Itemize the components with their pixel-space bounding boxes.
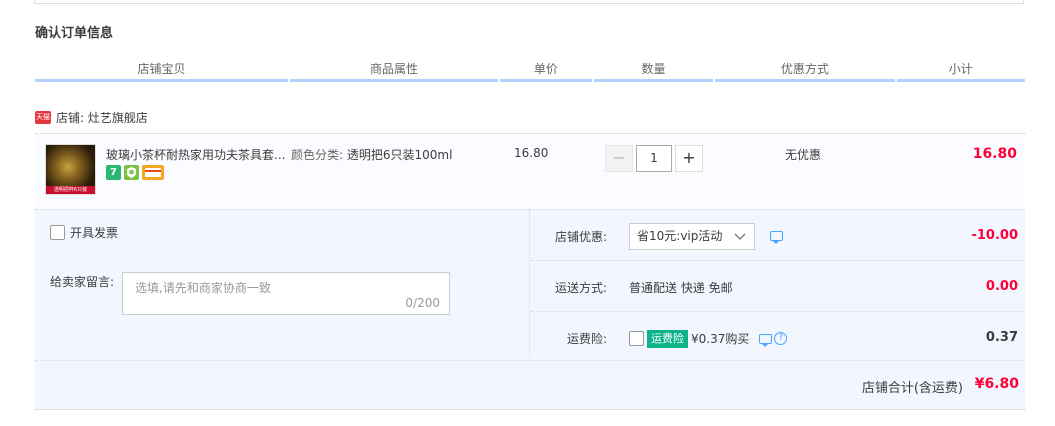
- discount-label: 店铺优惠:: [554, 230, 607, 244]
- quantity-stepper: − 1 +: [605, 145, 703, 172]
- shipping-label: 运送方式:: [554, 281, 607, 295]
- shield-icon[interactable]: [124, 165, 139, 180]
- insurance-label: 运费险:: [566, 332, 607, 346]
- product-image[interactable]: 透明把杯6只装: [45, 144, 96, 195]
- product-title[interactable]: 玻璃小茶杯耐热家用功夫茶具套...: [106, 146, 286, 163]
- shop-total-label: 店铺合计(含运费): [861, 381, 963, 396]
- col-attributes: 商品属性: [289, 58, 499, 82]
- order-options-panel: 开具发票 给卖家留言: 选填,请先和商家协商一致 0/200 店铺优惠: 省10…: [35, 210, 1025, 410]
- discount-value: -10.00: [971, 228, 1018, 243]
- chat-icon[interactable]: [770, 231, 783, 244]
- attr-label: 颜色分类:: [291, 148, 344, 162]
- invoice-checkbox[interactable]: [50, 225, 65, 240]
- col-subtotal: 小计: [896, 58, 1025, 82]
- previous-section-box: [34, 0, 1024, 4]
- shop-summary: 店铺优惠: 省10元:vip活动 -10.00 运送方式: 普通配送 快递 免邮…: [531, 210, 1025, 358]
- help-icon[interactable]: ?: [774, 332, 788, 345]
- discount-selected: 省10元:vip活动: [637, 229, 723, 243]
- chevron-down-icon: [734, 224, 746, 258]
- chat-icon[interactable]: [759, 333, 773, 347]
- card-icon[interactable]: [142, 165, 164, 180]
- discount-row: 店铺优惠: 省10元:vip活动 -10.00: [531, 210, 1025, 261]
- decrease-quantity-button[interactable]: −: [605, 145, 633, 172]
- seven-day-return-icon[interactable]: 7: [106, 165, 121, 180]
- invoice-option[interactable]: 开具发票: [50, 224, 118, 241]
- insurance-option: 运费险 ¥0.37购买 ?: [629, 329, 788, 348]
- shipping-row: 运送方式: 普通配送 快递 免邮 0.00: [531, 261, 1025, 312]
- column-header: 店铺宝贝 商品属性 单价 数量 优惠方式 小计: [35, 58, 1025, 82]
- memo-placeholder: 选填,请先和商家协商一致: [135, 281, 271, 295]
- order-item-row: 透明把杯6只装 玻璃小茶杯耐热家用功夫茶具套... 7 颜色分类: 透明把6只装…: [35, 133, 1025, 210]
- shop-total-value: ¥6.80: [974, 376, 1019, 392]
- buyer-options: 开具发票 给卖家留言: 选填,请先和商家协商一致 0/200: [35, 210, 530, 358]
- insurance-row: 运费险: 运费险 ¥0.37购买 ? 0.37: [531, 312, 1025, 363]
- increase-quantity-button[interactable]: +: [675, 145, 703, 172]
- unit-price: 16.80: [514, 146, 549, 160]
- shop-total-row: 店铺合计(含运费) ¥6.80: [35, 360, 1025, 408]
- shipping-method: 普通配送 快递 免邮: [629, 281, 733, 295]
- memo-textarea[interactable]: 选填,请先和商家协商一致 0/200: [122, 272, 450, 315]
- discount-select[interactable]: 省10元:vip活动: [629, 223, 755, 250]
- memo-counter: 0/200: [405, 296, 440, 310]
- product-image-caption: 透明把杯6只装: [46, 186, 95, 194]
- section-title: 确认订单信息: [35, 26, 114, 41]
- col-price: 单价: [500, 58, 592, 82]
- quantity-input[interactable]: 1: [636, 145, 672, 172]
- col-quantity: 数量: [593, 58, 714, 82]
- item-promotion: 无优惠: [785, 148, 822, 162]
- shipping-value: 0.00: [985, 279, 1018, 294]
- shop-row: 天猫 店铺: 灶艺旗舰店: [35, 107, 148, 127]
- shop-name[interactable]: 店铺: 灶艺旗舰店: [56, 109, 148, 126]
- memo-label: 给卖家留言:: [50, 275, 115, 289]
- service-badges: 7: [106, 165, 164, 180]
- insurance-value: 0.37: [985, 330, 1018, 345]
- insurance-tag: 运费险: [647, 329, 688, 348]
- invoice-label[interactable]: 开具发票: [70, 224, 118, 241]
- tmall-icon: 天猫: [35, 110, 51, 124]
- attr-value: 透明把6只装100ml: [346, 148, 453, 162]
- product-attributes: 颜色分类: 透明把6只装100ml: [291, 146, 452, 163]
- col-shop-item: 店铺宝贝: [35, 58, 288, 82]
- item-subtotal: 16.80: [972, 146, 1017, 162]
- col-promotion: 优惠方式: [715, 58, 895, 82]
- insurance-checkbox[interactable]: [629, 331, 644, 346]
- insurance-price: ¥0.37购买: [691, 332, 750, 346]
